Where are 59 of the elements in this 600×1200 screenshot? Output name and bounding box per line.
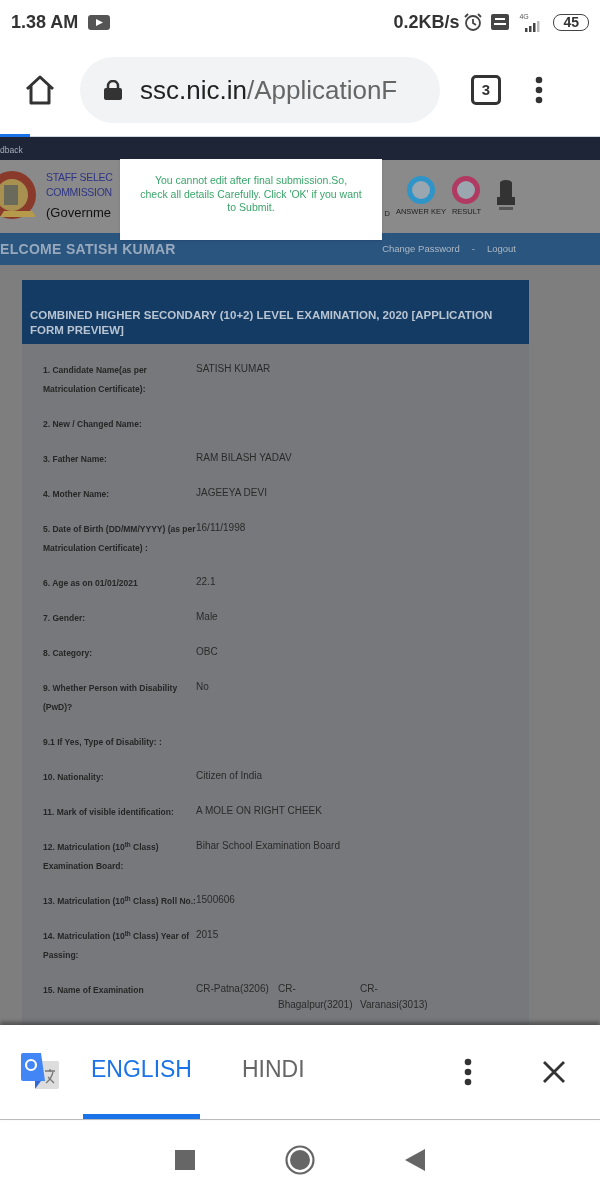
tab-count-button[interactable]: 3 xyxy=(471,75,501,105)
field-value: Male xyxy=(196,610,218,624)
url-text: ssc.nic.in/ApplicationF xyxy=(140,73,398,107)
field-label: 10. Nationality: xyxy=(43,771,105,784)
field-value: CR- Bhagalpur(3201) xyxy=(278,982,354,1012)
translate-icon xyxy=(21,1053,59,1091)
change-password-link[interactable]: Change Password xyxy=(382,241,460,257)
field-value: RAM BILASH YADAV xyxy=(196,451,292,465)
field-value: OBC xyxy=(196,645,218,659)
field-label: 12. Matriculation (10$^{th}$ Class) Examination Board: xyxy=(43,839,160,873)
organisation-name: STAFF SELEC xyxy=(46,170,113,185)
field-value: JAGEEYA DEVI xyxy=(196,486,267,500)
field-label: 9.1 If Yes, Type of Disability: : xyxy=(43,736,163,749)
logout-link[interactable]: Logout xyxy=(486,241,516,257)
address-bar[interactable]: ssc.nic.in/ApplicationF xyxy=(80,57,440,123)
field-label: 15. Name of Examination xyxy=(43,984,145,997)
field-label: 5. Date of Birth (DD/MM/YYYY) (as per Matriculation Certificate) : xyxy=(43,524,196,555)
alarm-icon xyxy=(463,12,484,32)
home-button[interactable] xyxy=(285,1145,315,1175)
field-label: 1. Candidate Name(as per Matriculation Certificate): xyxy=(43,364,148,396)
field-label: 6. Age as on 01/01/2021 xyxy=(43,577,139,590)
back-button[interactable] xyxy=(405,1149,425,1171)
alert-message: You cannot edit after final submission.So, check all details Carefully. Click 'OK' if you want to Submit. xyxy=(140,174,362,215)
field-value: Citizen of India xyxy=(196,769,263,783)
field-value: SATISH KUMAR xyxy=(196,362,271,376)
battery-indicator: 45 xyxy=(553,13,589,31)
field-label: 11. Mark of visible identification: xyxy=(43,806,175,819)
video-app-icon xyxy=(88,14,111,30)
link-separator: - xyxy=(471,241,475,256)
field-value: CR-Patna(3206) xyxy=(196,982,270,996)
field-label: 4. Mother Name: xyxy=(43,488,111,501)
network-speed: 0.2KB/s xyxy=(393,10,460,34)
field-value: Bihar School Examination Board xyxy=(196,839,340,853)
menu-icon[interactable] xyxy=(535,76,543,104)
field-label: 2. New / Changed Name: xyxy=(43,418,143,431)
field-value: A MOLE ON RIGHT CHEEK xyxy=(196,804,322,818)
field-label: 9. Whether Person with Disability (PwD)? xyxy=(43,682,179,714)
status-time: 1.38 AM xyxy=(11,10,79,34)
field-value: 2015 xyxy=(196,928,219,942)
field-value: 16/11/1998 xyxy=(196,521,246,533)
field-value: 22.1 xyxy=(196,575,216,589)
form-title: COMBINED HIGHER SECONDARY (10+2) LEVEL EXAMINATION, 2020 [APPLICATION FORM PREVIEW] xyxy=(30,308,494,338)
close-icon[interactable] xyxy=(542,1060,566,1084)
welcome-text: ELCOME SATISH KUMAR xyxy=(0,239,176,259)
field-label: 14. Matriculation (10$^{th}$ Class) Year of Passing: xyxy=(43,928,191,962)
field-label: 8. Category: xyxy=(43,647,94,660)
organisation-subtitle: (Governme xyxy=(46,204,113,222)
home-icon[interactable] xyxy=(24,75,56,105)
field-label: 13. Matriculation (10$^{th}$ Class) Roll No.: xyxy=(43,893,196,908)
organisation-name: COMMISSION xyxy=(46,185,113,200)
more-options-icon[interactable] xyxy=(464,1058,472,1086)
lock-icon xyxy=(104,80,122,100)
field-value: No xyxy=(196,680,209,694)
field-value: 1500606 xyxy=(196,893,235,907)
field-value: CR- Varanasi(3013) xyxy=(360,982,429,1012)
field-label: 3. Father Name: xyxy=(43,453,108,466)
feedback-link[interactable]: dback xyxy=(0,144,23,157)
field-label: 7. Gender: xyxy=(43,612,87,625)
language-tab[interactable]: HINDI xyxy=(234,1025,313,1119)
